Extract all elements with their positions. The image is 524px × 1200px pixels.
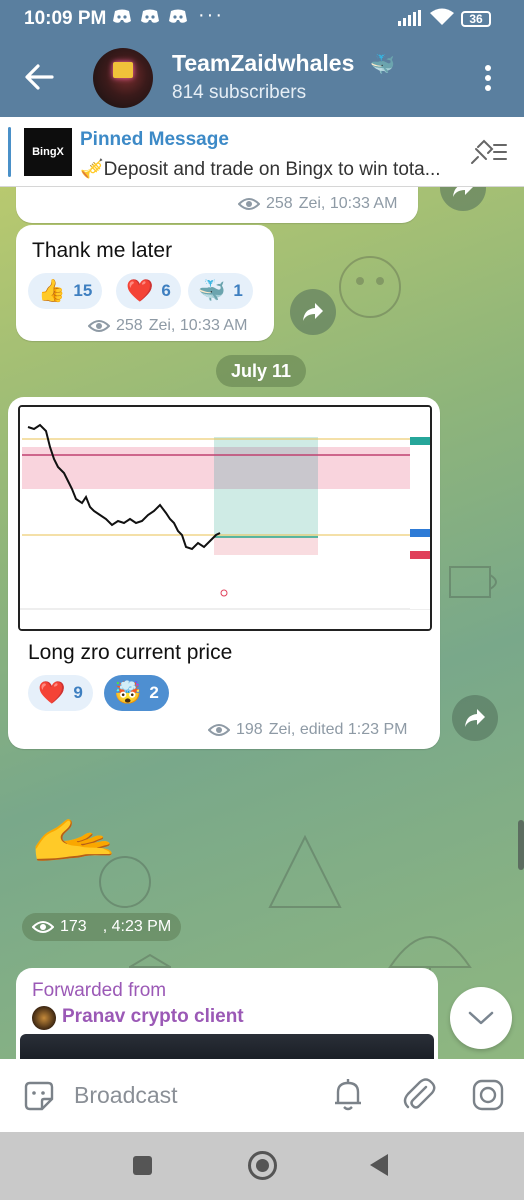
reaction-emoji: ❤️ bbox=[126, 278, 154, 303]
forwarded-message-bubble[interactable]: Forwarded from Pranav crypto client bbox=[16, 968, 438, 1059]
forwarded-media[interactable] bbox=[20, 1034, 434, 1059]
message-bubble[interactable]: Long zro current price ❤️ 9 🤯 2 198 Zei,… bbox=[8, 397, 440, 749]
tradingview-chart bbox=[20, 407, 430, 629]
background-doodle bbox=[268, 834, 342, 908]
views-icon bbox=[32, 921, 54, 933]
share-button[interactable] bbox=[290, 289, 336, 335]
share-button[interactable] bbox=[452, 695, 498, 741]
channel-avatar[interactable] bbox=[93, 48, 153, 108]
message-author-time: Zei, 10:33 AM bbox=[148, 317, 248, 334]
message-meta: 258 Zei, 10:33 AM bbox=[238, 195, 397, 213]
views-icon bbox=[208, 724, 230, 736]
reaction-heart[interactable]: ❤️ 6 bbox=[116, 273, 181, 309]
attachment-icon[interactable] bbox=[402, 1077, 436, 1113]
message-composer: Broadcast bbox=[0, 1059, 524, 1132]
pinned-indicator bbox=[8, 127, 11, 177]
view-count: 198 bbox=[236, 721, 263, 738]
pinned-list-icon[interactable] bbox=[468, 137, 508, 167]
reaction-count: 1 bbox=[233, 281, 243, 300]
more-notifications-icon: ··· bbox=[198, 4, 224, 26]
background-doodle bbox=[449, 566, 497, 598]
message-meta: 258 Zei, 10:33 AM bbox=[88, 317, 247, 335]
reaction-heart[interactable]: ❤️ 9 bbox=[28, 675, 93, 711]
message-meta: 173 , 4:23 PM bbox=[22, 913, 182, 941]
reaction-thumbs-up[interactable]: 👍 15 bbox=[28, 273, 103, 309]
views-icon bbox=[238, 198, 260, 210]
pinned-message-bar[interactable]: BingX Pinned Message 🎺Deposit and trade … bbox=[0, 117, 524, 187]
views-icon bbox=[88, 320, 110, 332]
palm-up-hand-emoji[interactable]: 🫴 bbox=[30, 799, 117, 881]
chevron-down-icon bbox=[468, 1011, 494, 1025]
discord-icon bbox=[141, 9, 159, 23]
share-arrow-icon bbox=[453, 187, 473, 197]
chart-image[interactable] bbox=[18, 405, 432, 631]
system-navigation-bar bbox=[0, 1132, 524, 1200]
reaction-whale[interactable]: 🐳 1 bbox=[188, 273, 253, 309]
pinned-label: Pinned Message bbox=[80, 129, 229, 150]
reaction-emoji: 🤯 bbox=[114, 680, 142, 705]
reaction-emoji: 🐳 bbox=[198, 278, 226, 303]
whale-emoji: 🐳 bbox=[370, 54, 395, 76]
reaction-exploding-head[interactable]: 🤯 2 bbox=[104, 675, 169, 711]
sticker-icon[interactable] bbox=[22, 1079, 56, 1113]
pinned-thumbnail: BingX bbox=[24, 128, 72, 176]
subscriber-count: 814 subscribers bbox=[172, 82, 307, 103]
reaction-count: 2 bbox=[149, 683, 159, 702]
view-count: 173 bbox=[60, 918, 87, 935]
reaction-count: 6 bbox=[161, 281, 171, 300]
message-author-time: Zei, 10:33 AM bbox=[298, 195, 398, 212]
date-separator: July 11 bbox=[216, 355, 306, 387]
forwarded-source[interactable]: Pranav crypto client bbox=[62, 1006, 244, 1028]
reaction-count: 15 bbox=[73, 281, 93, 300]
share-button[interactable] bbox=[440, 187, 486, 211]
view-count: 258 bbox=[266, 195, 293, 212]
signal-icon bbox=[398, 10, 421, 26]
reaction-emoji: 👍 bbox=[38, 278, 66, 303]
message-text: Thank me later bbox=[32, 239, 173, 262]
background-doodle bbox=[339, 256, 401, 318]
message-meta: 198 Zei, edited 1:23 PM bbox=[208, 721, 407, 739]
message-bubble[interactable]: 258 Zei, 10:33 AM bbox=[16, 187, 418, 223]
home-button[interactable] bbox=[248, 1151, 277, 1180]
pinned-text: 🎺Deposit and trade on Bingx to win tota.… bbox=[80, 159, 441, 180]
source-avatar bbox=[32, 1006, 56, 1030]
reaction-emoji: ❤️ bbox=[38, 680, 66, 705]
more-options-icon[interactable] bbox=[478, 62, 498, 94]
share-arrow-icon bbox=[303, 303, 323, 321]
scroll-down-button[interactable] bbox=[450, 987, 512, 1049]
forwarded-label: Forwarded from bbox=[32, 980, 167, 1001]
status-bar: 10:09 PM ··· 36 bbox=[0, 0, 524, 36]
channel-title[interactable]: TeamZaidwhales bbox=[172, 50, 354, 77]
status-time: 10:09 PM bbox=[24, 8, 107, 29]
reaction-count: 9 bbox=[73, 683, 83, 702]
chat-area[interactable]: 258 Zei, 10:33 AM Thank me later 👍 15 ❤️… bbox=[0, 187, 524, 1059]
recent-apps-button[interactable] bbox=[133, 1156, 152, 1175]
scrollbar[interactable] bbox=[518, 820, 524, 870]
share-arrow-icon bbox=[465, 709, 485, 727]
message-bubble[interactable]: Thank me later 👍 15 ❤️ 6 🐳 1 258 Zei, 10… bbox=[16, 225, 274, 341]
bell-icon[interactable] bbox=[332, 1077, 364, 1111]
message-author-time: , 4:23 PM bbox=[102, 918, 172, 935]
battery-icon: 36 bbox=[461, 11, 491, 27]
instagram-camera-icon[interactable] bbox=[470, 1077, 506, 1113]
view-count: 258 bbox=[116, 317, 143, 334]
discord-icon bbox=[169, 9, 187, 23]
discord-icon bbox=[113, 9, 131, 23]
wifi-icon bbox=[430, 8, 454, 25]
message-author-time: Zei, edited 1:23 PM bbox=[268, 721, 408, 738]
broadcast-input[interactable]: Broadcast bbox=[74, 1082, 178, 1109]
message-text: Long zro current price bbox=[28, 641, 233, 664]
back-button[interactable] bbox=[370, 1154, 388, 1176]
app-header: 10:09 PM ··· 36 TeamZaidwhales 🐳 814 sub… bbox=[0, 0, 524, 117]
back-arrow-icon[interactable] bbox=[22, 60, 56, 94]
